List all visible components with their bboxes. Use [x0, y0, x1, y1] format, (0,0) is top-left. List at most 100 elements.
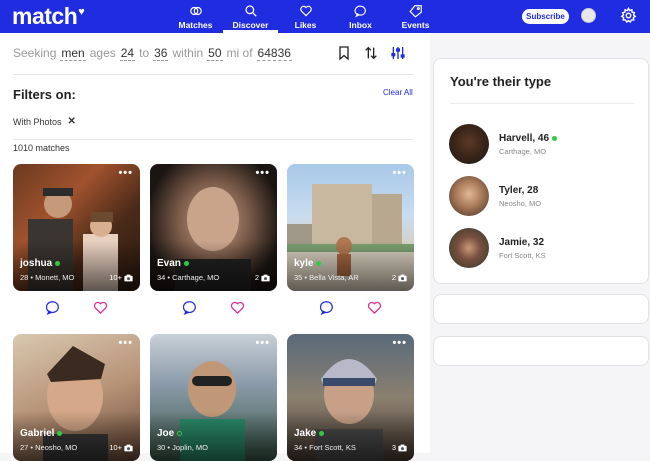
profile-info: Jamie, 32 Fort Scott, KS: [499, 237, 546, 260]
camera-icon: [124, 444, 133, 451]
bookmark-icon[interactable]: [336, 45, 352, 61]
photo-count: 3: [392, 443, 407, 452]
profile-name-text: joshua: [20, 258, 53, 269]
card-actions: [287, 300, 414, 315]
their-type-title: You're their type: [450, 74, 552, 89]
age-min-select[interactable]: 24: [119, 46, 136, 61]
profile-age: 35: [294, 273, 303, 282]
profile-card[interactable]: ••• Jake 34 • Fort Scott, KS 3: [287, 334, 414, 461]
search-criteria: Seeking men ages 24 to 36 within 50 mi o…: [13, 46, 296, 61]
profile-name-text: kyle: [294, 258, 314, 269]
profile-card[interactable]: ••• Evan 34 • Carthage, MO 2: [150, 164, 277, 291]
divider: [450, 103, 634, 104]
profile-name: Tyler, 28: [499, 185, 541, 196]
mi-of-label: mi of: [226, 46, 253, 60]
profile-name: Joe: [157, 428, 183, 439]
age-max-select[interactable]: 36: [153, 46, 169, 61]
camera-icon: [398, 274, 407, 281]
like-heart-icon[interactable]: [230, 300, 245, 315]
like-heart-icon[interactable]: [93, 300, 108, 315]
clear-all-link[interactable]: Clear All: [383, 88, 413, 97]
profile-meta: 30 • Joplin, MO: [157, 443, 208, 452]
profile-city: Bella Vista, AR: [309, 273, 359, 282]
photo-count-text: 10+: [109, 443, 122, 452]
nav-likes[interactable]: Likes: [278, 0, 333, 33]
nav-inbox[interactable]: Inbox: [333, 0, 388, 33]
profile-card[interactable]: ••• Gabriel 27 • Neosho, MO 10+: [13, 334, 140, 461]
match-logo[interactable]: match♥: [12, 3, 85, 30]
profile-name: Gabriel: [20, 428, 63, 439]
tag-icon: [408, 4, 422, 18]
nav-matches-label: Matches: [178, 19, 213, 30]
match-count: 1010 matches: [13, 143, 70, 153]
profile-city: Fort Scott, KS: [309, 443, 356, 452]
search-icon: [244, 4, 257, 17]
more-options-icon[interactable]: •••: [255, 167, 270, 179]
main-nav: Matches Discover Likes Inbox Events: [168, 0, 443, 33]
profile-meta: 28 • Monett, MO: [20, 273, 75, 282]
message-icon[interactable]: [319, 300, 335, 315]
filter-chip-label: With Photos: [13, 116, 62, 127]
profile-name: joshua: [20, 258, 61, 269]
profile-age: 34: [294, 443, 303, 452]
photo-count: 10+: [109, 443, 133, 452]
zip-input[interactable]: 64836: [256, 46, 292, 61]
suggested-profile[interactable]: Tyler, 28 Neosho, MO: [449, 176, 541, 216]
profile-name-text: Harvell, 46: [499, 132, 550, 144]
remove-chip-icon[interactable]: ✕: [68, 116, 76, 127]
subscribe-button[interactable]: Subscribe: [522, 9, 569, 24]
profile-name-text: Jake: [294, 428, 317, 439]
profile-card[interactable]: ••• Joe 30 • Joplin, MO: [150, 334, 277, 461]
filter-chip[interactable]: With Photos ✕: [13, 116, 76, 127]
like-heart-icon[interactable]: [367, 300, 382, 315]
seeking-label: Seeking: [13, 46, 57, 60]
profile-location: Neosho, MO: [499, 198, 542, 208]
filters-title: Filters on:: [13, 87, 76, 102]
logo-heart-icon: ♥: [78, 6, 85, 18]
online-indicator: [319, 431, 325, 436]
logo-text: match: [12, 3, 78, 29]
offline-indicator: [177, 431, 183, 436]
camera-icon: [124, 274, 133, 281]
message-icon[interactable]: [182, 300, 198, 315]
discover-panel: Seeking men ages 24 to 36 within 50 mi o…: [0, 33, 430, 461]
filter-sliders-icon[interactable]: [390, 45, 406, 61]
chat-bubble-icon: [353, 5, 366, 18]
profile-name: Evan: [157, 258, 189, 269]
suggested-profile[interactable]: Harvell, 46 Carthage, MO: [449, 124, 558, 164]
profile-meta: 27 • Neosho, MO: [20, 443, 78, 452]
suggested-profile[interactable]: Jamie, 32 Fort Scott, KS: [449, 228, 546, 268]
profile-name-text: Evan: [157, 258, 181, 269]
ages-label: ages: [89, 46, 116, 60]
photo-count-text: 2: [391, 273, 396, 282]
top-nav-bar: match♥ Matches Discover Likes Inbox Even…: [0, 0, 650, 33]
profile-name-text: Gabriel: [20, 428, 55, 439]
nav-likes-label: Likes: [294, 19, 317, 30]
more-options-icon[interactable]: •••: [118, 337, 133, 349]
camera-icon: [261, 274, 270, 281]
more-options-icon[interactable]: •••: [392, 337, 407, 349]
profile-card[interactable]: ••• joshua 28 • Monett, MO 10+: [13, 164, 140, 291]
distance-select[interactable]: 50: [207, 46, 223, 61]
more-options-icon[interactable]: •••: [255, 337, 270, 349]
online-indicator: [183, 261, 189, 266]
photo-count-text: 3: [391, 443, 396, 452]
profile-card[interactable]: ••• kyle 35 • Bella Vista, AR 2: [287, 164, 414, 291]
nav-events[interactable]: Events: [388, 0, 443, 33]
photo-count-text: 10+: [109, 273, 122, 282]
nav-discover[interactable]: Discover: [223, 0, 278, 33]
profile-name: Harvell, 46: [499, 132, 558, 144]
online-indicator: [57, 431, 63, 436]
user-avatar[interactable]: [581, 8, 596, 23]
nav-inbox-label: Inbox: [349, 19, 372, 30]
gear-icon[interactable]: [620, 7, 637, 24]
sort-icon[interactable]: [363, 45, 379, 61]
profile-city: Neosho, MO: [35, 443, 78, 452]
more-options-icon[interactable]: •••: [392, 167, 407, 179]
gender-select[interactable]: men: [60, 46, 86, 61]
nav-matches[interactable]: Matches: [168, 0, 223, 33]
message-icon[interactable]: [45, 300, 61, 315]
profile-info: Harvell, 46 Carthage, MO: [499, 132, 558, 156]
more-options-icon[interactable]: •••: [118, 167, 133, 179]
profile-city: Carthage, MO: [172, 273, 220, 282]
